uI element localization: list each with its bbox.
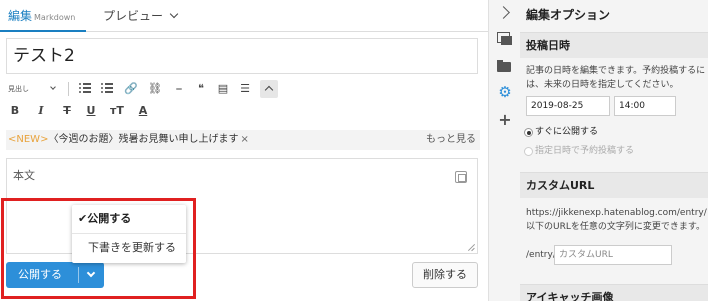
time-input[interactable]: 14:00 bbox=[614, 96, 676, 116]
text-color-icon[interactable]: A bbox=[134, 102, 152, 120]
url-prefix: /entry/ bbox=[526, 250, 556, 260]
toolbar-divider bbox=[68, 82, 69, 96]
editor-pane: 編集 Markdown プレビュー テスト2 見出し 🔗 ⛓ ⎯ ❝ ▤ ☰ B … bbox=[0, 0, 488, 301]
tab-edit-label: 編集 bbox=[8, 9, 33, 23]
hr-icon[interactable]: ⎯ bbox=[170, 80, 188, 98]
numbered-list-icon[interactable] bbox=[98, 80, 116, 98]
images-icon[interactable] bbox=[497, 30, 513, 46]
quote-icon[interactable]: ❝ bbox=[192, 80, 210, 98]
bold-icon[interactable]: B bbox=[6, 102, 24, 120]
editor-tabs: 編集 Markdown プレビュー bbox=[0, 0, 488, 32]
see-more-link[interactable]: もっと見る bbox=[426, 130, 476, 150]
close-icon[interactable]: × bbox=[240, 134, 248, 145]
chevron-down-icon bbox=[50, 84, 56, 90]
section-post-date[interactable]: 投稿日時 bbox=[520, 32, 708, 58]
folder-icon[interactable] bbox=[497, 58, 513, 74]
title-input[interactable]: テスト2 bbox=[6, 38, 478, 74]
sidebar-title: 編集オプション bbox=[526, 8, 611, 22]
body-placeholder: 本文 bbox=[13, 169, 35, 182]
chevron-down-icon bbox=[169, 9, 179, 19]
radio-schedule[interactable] bbox=[524, 147, 533, 156]
section-eyecatch[interactable]: アイキャッチ画像 bbox=[520, 284, 708, 301]
table-icon[interactable]: ▤ bbox=[214, 80, 232, 98]
plus-icon[interactable]: + bbox=[497, 112, 513, 128]
delete-button[interactable]: 削除する bbox=[412, 262, 478, 288]
resize-handle-icon[interactable] bbox=[468, 244, 475, 251]
format-toolbar: 見出し 🔗 ⛓ ⎯ ❝ ▤ ☰ B I T U тT A bbox=[6, 80, 486, 128]
section-custom-url[interactable]: カスタムURL bbox=[520, 172, 708, 198]
italic-icon[interactable]: I bbox=[32, 102, 50, 120]
bullet-list-icon[interactable] bbox=[76, 80, 94, 98]
tab-edit-sublabel: Markdown bbox=[34, 13, 76, 22]
tab-preview-label: プレビュー bbox=[103, 9, 164, 23]
options-sidebar: 編集オプション 投稿日時 記事の日時を編集できます。予約投稿するには、未来の日時… bbox=[520, 0, 708, 301]
date-input[interactable]: 2019-08-25 bbox=[526, 96, 610, 116]
heading-select[interactable]: 見出し bbox=[6, 80, 64, 98]
strikethrough-icon[interactable]: T bbox=[58, 102, 76, 120]
custom-url-input[interactable]: カスタムURL bbox=[554, 245, 672, 265]
tab-preview[interactable]: プレビュー bbox=[103, 0, 179, 32]
new-tag: <NEW> bbox=[8, 134, 49, 145]
hatena-link-icon[interactable]: ⛓ bbox=[146, 80, 164, 98]
radio-publish-now[interactable] bbox=[524, 128, 533, 137]
active-tab-indicator bbox=[0, 30, 86, 32]
heading-select-label: 見出し bbox=[8, 85, 29, 93]
highlight-box bbox=[1, 198, 196, 299]
link-icon[interactable]: 🔗 bbox=[122, 80, 140, 98]
gear-icon[interactable]: ⚙ bbox=[497, 84, 513, 100]
topic-notice-bar: <NEW>〈今週のお題〉残暑お見舞い申し上げます × もっと見る bbox=[6, 130, 480, 150]
custom-url-description: https://jikkenexp.hatenablog.com/entry/以… bbox=[526, 208, 707, 232]
blog-editor-screen: 編集 Markdown プレビュー テスト2 見出し 🔗 ⛓ ⎯ ❝ ▤ ☰ B … bbox=[0, 0, 708, 301]
tab-edit[interactable]: 編集 Markdown bbox=[8, 0, 75, 32]
sidebar-icon-strip: ⚙ + bbox=[488, 0, 520, 301]
radio-publish-now-label: すぐに公開する bbox=[535, 127, 599, 137]
more-tag-icon[interactable]: ☰ bbox=[236, 80, 254, 98]
chevron-right-icon[interactable] bbox=[497, 4, 513, 20]
radio-schedule-label: 指定日時で予約投稿する bbox=[535, 146, 635, 156]
collapse-toolbar-icon[interactable] bbox=[260, 80, 278, 98]
underline-icon[interactable]: U bbox=[82, 102, 100, 120]
copy-icon[interactable] bbox=[455, 171, 467, 183]
post-date-description: 記事の日時を編集できます。予約投稿するには、未来の日時を指定してください。 bbox=[526, 66, 706, 90]
text-size-icon[interactable]: тT bbox=[106, 102, 128, 120]
topic-notice-link[interactable]: 〈今週のお題〉残暑お見舞い申し上げます bbox=[48, 134, 238, 145]
